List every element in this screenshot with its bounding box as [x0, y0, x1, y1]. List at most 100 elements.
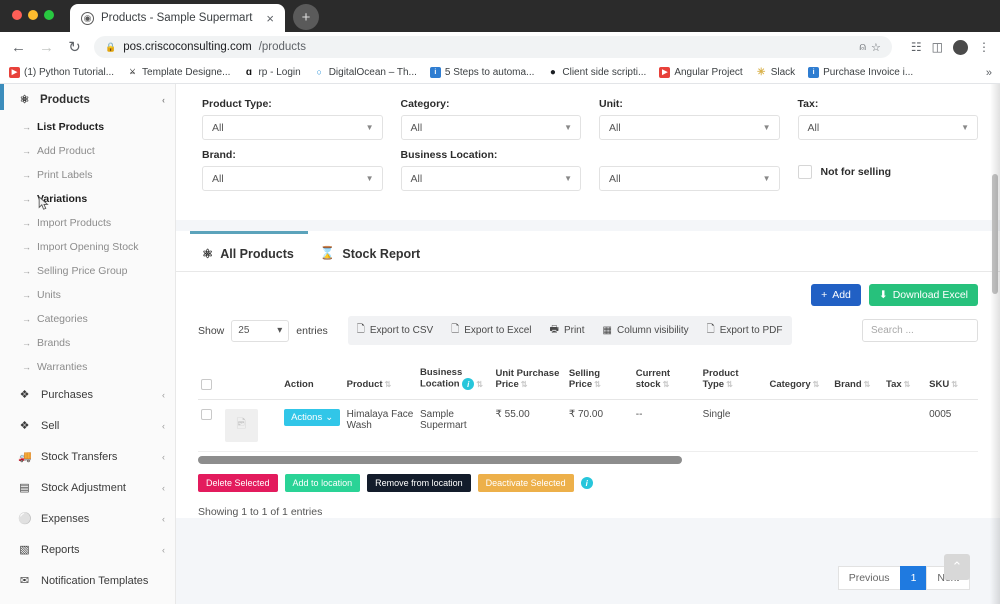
new-tab-button[interactable]: + — [293, 4, 319, 30]
export-to-excel-button[interactable]: 🗋 Export to Excel — [442, 316, 540, 345]
sidebar-item-expenses[interactable]: ⚪ Expenses ‹ — [0, 503, 175, 534]
delete-selected-button[interactable]: Delete Selected — [198, 474, 278, 492]
product-type-select[interactable]: All ▼ — [202, 115, 383, 140]
sidebar-item-categories[interactable]: → Categories — [0, 307, 175, 331]
sidebar-item-brands[interactable]: → Brands — [0, 331, 175, 355]
not-for-selling-row[interactable]: Not for selling — [798, 149, 979, 179]
bookmark-item[interactable]: ● Client side scripti... — [547, 67, 646, 78]
maximize-window-button[interactable] — [44, 10, 54, 20]
sidebar-item-selling-price-group[interactable]: → Selling Price Group — [0, 259, 175, 283]
business-location-select[interactable]: All ▼ — [401, 166, 582, 191]
sidebar-section-products[interactable]: ⚛ Products ‹ — [0, 84, 175, 115]
add-button[interactable]: + Add — [811, 284, 861, 306]
extra-select[interactable]: All ▼ — [599, 166, 780, 191]
arrow-right-icon: → — [22, 338, 31, 348]
profile-avatar[interactable] — [953, 40, 968, 55]
export-to-csv-button[interactable]: 🗋 Export to CSV — [348, 316, 442, 345]
primary-actions: + Add ⬇ Download Excel — [198, 284, 978, 306]
bookmark-item[interactable]: ▶ (1) Python Tutorial... — [9, 67, 114, 78]
sidebar-item-print-labels[interactable]: → Print Labels — [0, 163, 175, 187]
bookmark-item[interactable]: ✳ Slack — [756, 67, 795, 78]
col-product[interactable]: Product⇅ — [344, 361, 417, 400]
export-to-pdf-button[interactable]: 🗋 Export to PDF — [698, 316, 792, 345]
minimize-window-button[interactable] — [28, 10, 38, 20]
tab-all-products[interactable]: ⚛ All Products — [190, 231, 308, 271]
sidebar-item-list-products[interactable]: → List Products — [0, 115, 175, 139]
bookmark-item[interactable]: ɑ rp - Login — [243, 67, 300, 78]
sidebar-item-variations[interactable]: → Variations — [0, 187, 175, 211]
col-brand[interactable]: Brand⇅ — [831, 361, 883, 400]
sidebar-item-stock-transfers[interactable]: 🚚 Stock Transfers ‹ — [0, 441, 175, 472]
brand-select[interactable]: All ▼ — [202, 166, 383, 191]
scroll-to-top-button[interactable]: ⌃ — [944, 554, 970, 580]
extensions-icon[interactable]: ☷ — [911, 40, 922, 54]
sidebar-item-units[interactable]: → Units — [0, 283, 175, 307]
arrow-right-icon: → — [22, 170, 31, 180]
kebab-menu-icon[interactable]: ⋮ — [978, 40, 990, 54]
search-input[interactable]: Search ... — [862, 319, 978, 342]
sidebar-item-settings[interactable]: ⚙ Settings ‹ — [0, 596, 175, 604]
hourglass-icon: ⌛ — [320, 246, 336, 261]
col-selling-price[interactable]: Selling Price⇅ — [566, 361, 633, 400]
sidebar-item-purchases[interactable]: ❖ Purchases ‹ — [0, 379, 175, 410]
sidebar-item-import-opening-stock[interactable]: → Import Opening Stock — [0, 235, 175, 259]
row-actions-button[interactable]: Actions ⌄ — [284, 409, 340, 426]
sidebar-item-warranties[interactable]: → Warranties — [0, 355, 175, 379]
sidebar-item-notification-templates[interactable]: ✉ Notification Templates — [0, 565, 175, 596]
back-button[interactable]: ← — [10, 40, 27, 55]
sidepanel-icon[interactable]: ◫ — [932, 40, 943, 54]
download-excel-button[interactable]: ⬇ Download Excel — [869, 284, 978, 306]
col-sku[interactable]: SKU⇅ — [926, 361, 978, 400]
print-button[interactable]: 🖶 Print — [541, 316, 594, 345]
row-checkbox[interactable] — [201, 409, 212, 420]
bookmark-item[interactable]: i Purchase Invoice i... — [808, 67, 913, 78]
address-bar[interactable]: 🔒 pos.criscoconsulting.com/products ⍝ ☆ — [94, 36, 892, 58]
page-size-select[interactable]: 25 ▾ — [231, 320, 289, 342]
unit-select[interactable]: All ▼ — [599, 115, 780, 140]
col-current-stock[interactable]: Current stock⇅ — [633, 361, 700, 400]
table-horizontal-scrollbar[interactable] — [198, 456, 682, 464]
sidebar-item-label: List Products — [37, 121, 104, 133]
sidebar-item-add-product[interactable]: → Add Product — [0, 139, 175, 163]
col-product-type[interactable]: Product Type⇅ — [700, 361, 767, 400]
not-for-selling-checkbox[interactable] — [798, 165, 812, 179]
bookmark-item[interactable]: ▶ Angular Project — [659, 67, 742, 78]
close-icon[interactable]: × — [264, 12, 276, 25]
col-unit-purchase-price[interactable]: Unit Purchase Price⇅ — [493, 361, 566, 400]
add-to-location-button[interactable]: Add to location — [285, 474, 361, 492]
info-icon[interactable]: i — [462, 378, 474, 390]
category-select[interactable]: All ▼ — [401, 115, 582, 140]
window-controls[interactable] — [12, 10, 54, 20]
bookmark-item[interactable]: ⚔ Template Designe... — [127, 67, 230, 78]
share-icon[interactable]: ⍝ — [859, 41, 866, 54]
page-1-button[interactable]: 1 — [900, 566, 928, 590]
star-icon[interactable]: ☆ — [871, 41, 881, 54]
browser-tab[interactable]: ◉ Products - Sample Supermart × — [70, 4, 285, 32]
col-unit-purchase-price-label: Unit Purchase Price — [496, 368, 560, 390]
tab-stock-report[interactable]: ⌛ Stock Report — [308, 231, 434, 271]
filter-product-type: Product Type: All ▼ — [202, 98, 383, 140]
forward-button[interactable]: → — [38, 40, 55, 55]
bookmarks-overflow-button[interactable]: » — [986, 67, 992, 79]
remove-from-location-button[interactable]: Remove from location — [367, 474, 471, 492]
sidebar-item-stock-adjustment[interactable]: ▤ Stock Adjustment ‹ — [0, 472, 175, 503]
close-window-button[interactable] — [12, 10, 22, 20]
sidebar-item-sell[interactable]: ❖ Sell ‹ — [0, 410, 175, 441]
column-visibility-button[interactable]: ▦ Column visibility — [594, 316, 698, 345]
table-row[interactable]: 🖻 Actions ⌄ Himalaya Face Wash Sample — [198, 400, 978, 452]
previous-page-button[interactable]: Previous — [838, 566, 901, 590]
sidebar-item-label: Stock Adjustment — [41, 482, 126, 494]
bulk-info-icon[interactable]: i — [581, 477, 593, 489]
col-category[interactable]: Category⇅ — [766, 361, 831, 400]
sidebar-item-import-products[interactable]: → Import Products — [0, 211, 175, 235]
deactivate-selected-button[interactable]: Deactivate Selected — [478, 474, 574, 492]
filter-label: Category: — [401, 98, 582, 110]
col-tax[interactable]: Tax⇅ — [883, 361, 926, 400]
select-all-checkbox[interactable] — [201, 379, 212, 390]
tax-select[interactable]: All ▼ — [798, 115, 979, 140]
col-business-location[interactable]: Business Location i⇅ — [417, 361, 493, 400]
bookmark-item[interactable]: i 5 Steps to automa... — [430, 67, 535, 78]
bookmark-item[interactable]: ○ DigitalOcean – Th... — [314, 67, 417, 78]
sidebar-item-reports[interactable]: ▧ Reports ‹ — [0, 534, 175, 565]
reload-button[interactable]: ↻ — [66, 40, 83, 55]
